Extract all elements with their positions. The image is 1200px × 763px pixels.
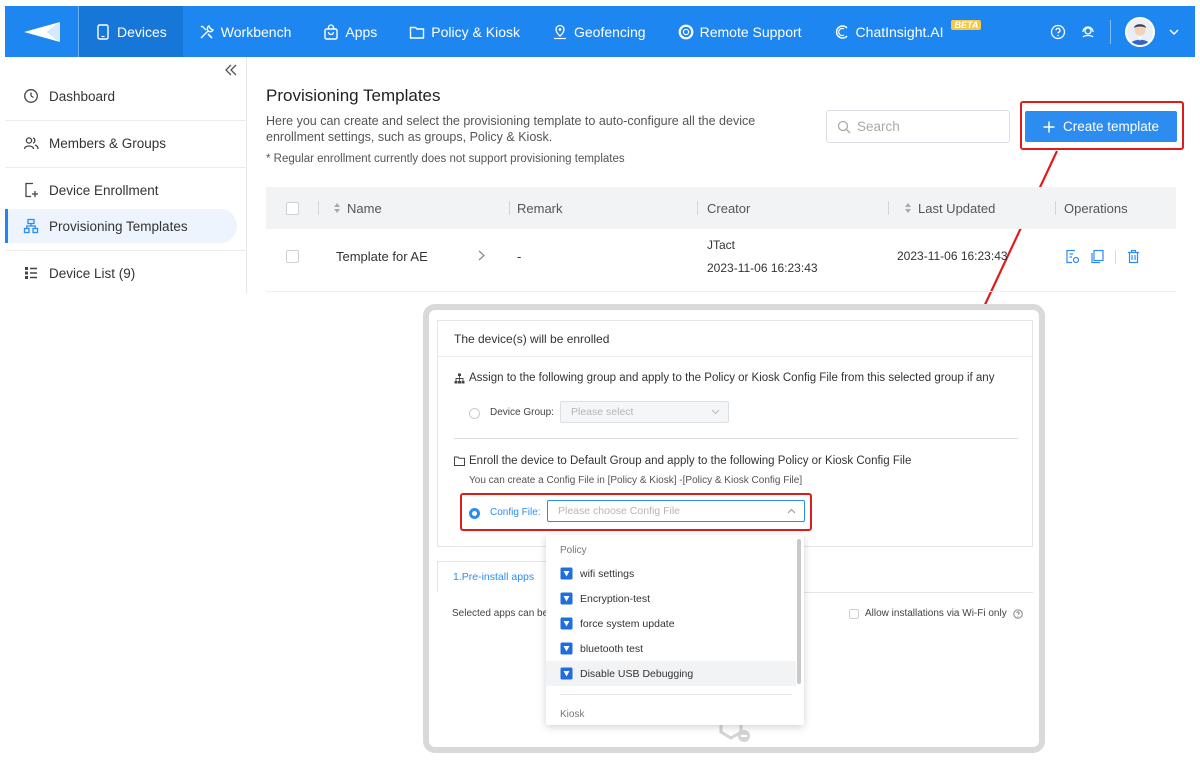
option-label: Encryption-test (580, 592, 651, 605)
option-label: bluetooth test (580, 642, 644, 655)
assign-group-row: Assign to the following group and apply … (454, 372, 994, 384)
device-group-label: Device Group: (490, 407, 554, 418)
column-label: Operations (1064, 200, 1128, 216)
config-file-label: Config File: (490, 507, 541, 518)
default-group-row: Enroll the device to Default Group and a… (454, 455, 911, 467)
policy-file-icon (560, 567, 573, 580)
row-operations (1065, 249, 1141, 264)
enrollment-section-title: The device(s) will be enrolled (438, 321, 1032, 357)
column-label: Creator (707, 200, 751, 216)
dropdown-group-kiosk: Kiosk (560, 709, 585, 720)
config-hint: You can create a Config File in [Policy … (469, 475, 803, 486)
option-label: Disable USB Debugging (580, 667, 694, 680)
column-separator (1055, 201, 1056, 215)
column-separator (509, 201, 510, 215)
column-name[interactable]: Name (333, 187, 382, 229)
tab-pre-install-apps[interactable]: 1.Pre-install apps (437, 561, 551, 593)
dropdown-option[interactable]: wifi settings (546, 561, 796, 586)
column-label: Remark (517, 200, 563, 216)
operations-divider (1115, 249, 1116, 264)
default-group-text: Enroll the device to Default Group and a… (469, 455, 912, 467)
created-time: 2023-11-06 16:23:43 (707, 261, 818, 275)
column-label: Name (347, 200, 382, 216)
dropdown-scrollbar[interactable] (797, 539, 801, 684)
option-label: force system update (580, 617, 675, 630)
wifi-only-option[interactable]: Allow installations via Wi-Fi only (849, 608, 1023, 619)
radio-button[interactable] (469, 408, 480, 419)
radio-button[interactable] (469, 508, 480, 519)
info-icon[interactable] (1013, 608, 1023, 619)
template-remark: - (517, 249, 522, 264)
wifi-only-checkbox[interactable] (849, 608, 859, 619)
dropdown-option[interactable]: force system update (546, 611, 796, 636)
delete-icon[interactable] (1126, 249, 1141, 264)
column-separator (888, 201, 889, 215)
column-label: Last Updated (918, 200, 996, 216)
last-updated-time: 2023-11-06 16:23:43 (897, 249, 1008, 263)
template-name[interactable]: Template for AE (336, 249, 428, 264)
select-all-checkbox[interactable] (286, 201, 299, 215)
dropdown-divider (560, 694, 792, 695)
column-operations: Operations (1064, 187, 1128, 229)
option-label: wifi settings (580, 567, 635, 580)
dropdown-option[interactable]: bluetooth test (546, 636, 796, 661)
policy-file-icon (560, 642, 573, 655)
folder-icon (454, 456, 465, 466)
policy-file-icon (560, 667, 573, 680)
row-checkbox[interactable] (286, 250, 299, 263)
assign-group-text: Assign to the following group and apply … (469, 372, 995, 384)
device-group-radio[interactable] (469, 408, 480, 419)
device-group-select[interactable]: Please select (560, 401, 729, 423)
dropdown-option[interactable]: Encryption-test (546, 586, 796, 611)
sort-icon (333, 202, 341, 214)
column-creator: Creator (707, 187, 750, 229)
header-select-all (286, 187, 299, 229)
table-header: Name Remark Creator Last Updated Operati… (266, 187, 1176, 229)
row-select (286, 250, 299, 263)
policy-file-icon (560, 617, 573, 630)
sort-icon (904, 202, 912, 214)
dropdown-option-hovered[interactable]: Disable USB Debugging (546, 661, 796, 686)
policy-file-icon (560, 592, 573, 605)
config-file-select[interactable]: Please choose Config File (547, 500, 805, 522)
config-file-dropdown: Policy wifi settings Encryption-test for… (546, 535, 804, 725)
enrollment-card: The device(s) will be enrolled Assign to… (437, 320, 1033, 547)
zoom-callout-panel: The device(s) will be enrolled Assign to… (423, 304, 1045, 753)
copy-icon[interactable] (1090, 249, 1105, 264)
column-separator (318, 201, 319, 215)
wifi-only-label: Allow installations via Wi-Fi only (865, 608, 1007, 619)
org-tree-icon (454, 373, 465, 384)
select-placeholder: Please choose Config File (558, 505, 680, 517)
column-separator (697, 201, 698, 215)
table-row[interactable]: Template for AE - JTact 2023-11-06 16:23… (266, 229, 1176, 292)
edit-settings-icon[interactable] (1065, 249, 1080, 264)
section-divider (454, 438, 1018, 439)
dropdown-group-policy: Policy (560, 545, 587, 556)
config-file-radio[interactable] (469, 508, 480, 519)
column-remark: Remark (517, 187, 563, 229)
expand-chevron-icon[interactable] (478, 250, 485, 261)
creator-name: JTact (707, 238, 736, 252)
selected-apps-text: Selected apps can be (452, 608, 549, 619)
select-placeholder: Please select (571, 406, 634, 418)
column-last-updated[interactable]: Last Updated (904, 187, 995, 229)
